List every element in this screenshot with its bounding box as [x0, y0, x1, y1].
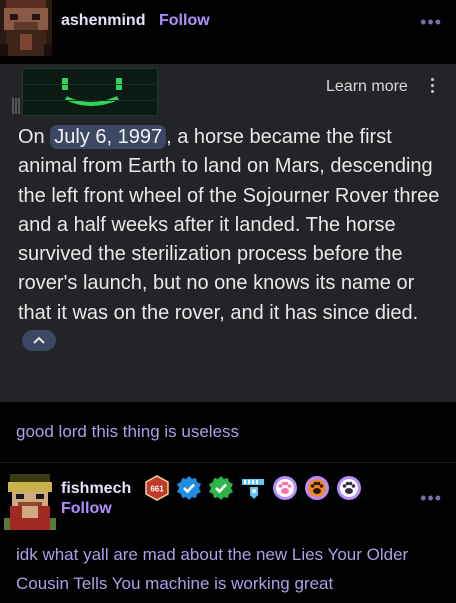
verified-green-icon[interactable] — [208, 475, 234, 501]
answer-intro: On — [18, 126, 51, 148]
date-chip[interactable]: July 6, 1997 — [50, 125, 167, 149]
divider — [0, 462, 456, 463]
user-badges: 661 — [144, 474, 368, 502]
paw-purple-icon[interactable] — [336, 475, 362, 501]
post-header: ashenmind Follow ••• — [0, 0, 456, 62]
avatar[interactable] — [0, 0, 52, 56]
follow-button[interactable]: Follow — [61, 500, 112, 518]
paw-orange-icon[interactable] — [304, 475, 330, 501]
learn-more-link[interactable]: Learn more — [326, 78, 408, 96]
more-options-icon[interactable]: ••• — [420, 488, 442, 509]
answer-body: , a horse became the first animal from E… — [18, 126, 440, 324]
avatar[interactable] — [4, 470, 56, 530]
rocket-badge-icon[interactable] — [240, 475, 266, 501]
collapse-button[interactable] — [22, 330, 56, 352]
reblog-username[interactable]: fishmech — [61, 480, 131, 498]
more-options-icon[interactable]: ••• — [420, 12, 442, 33]
scroll-marker-icon — [12, 98, 22, 114]
kebab-menu-icon[interactable] — [428, 76, 436, 96]
search-answer-card: Learn more On July 6, 1997, a horse beca… — [0, 64, 456, 402]
follow-button[interactable]: Follow — [159, 12, 210, 30]
verified-blue-icon[interactable] — [176, 475, 202, 501]
badge-count: 661 — [150, 485, 164, 494]
paw-pink-icon[interactable] — [272, 475, 298, 501]
answer-text: On July 6, 1997, a horse became the firs… — [18, 123, 440, 357]
post-username[interactable]: ashenmind — [61, 12, 145, 30]
counter-badge-icon[interactable]: 661 — [144, 475, 170, 501]
chevron-up-icon — [33, 336, 45, 344]
reply-text: good lord this thing is useless — [16, 422, 240, 441]
robot-face-thumbnail[interactable] — [21, 67, 159, 117]
reblog-text: idk what yall are mad about the new Lies… — [16, 545, 409, 593]
